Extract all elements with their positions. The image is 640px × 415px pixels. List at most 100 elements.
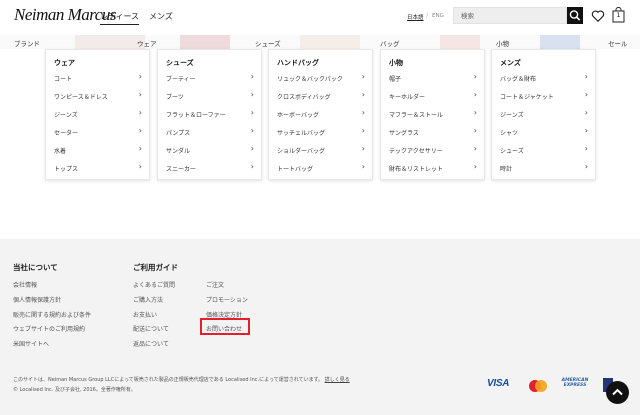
menu-item-label: サンダル (166, 148, 191, 155)
banner-image (540, 35, 580, 49)
footer-link[interactable]: 個人情報保護方針 (13, 295, 61, 304)
lang-english[interactable]: ENG (432, 13, 444, 19)
chevron-right-icon: › (138, 162, 142, 171)
menu-column-mens: メンズ バッグ＆財布 › コート＆ジャケット › ジーンズ › シャツ › シューズ › … (491, 49, 596, 180)
mastercard-icon (529, 380, 547, 392)
menu-item[interactable]: コート › (54, 72, 142, 85)
legal-notice: このサイトは、Neiman Marcus Group LLCによって販売された製… (13, 376, 350, 383)
nav-item-shoes[interactable]: シューズ (255, 38, 281, 48)
menu-item[interactable]: サンダル › (166, 144, 254, 157)
chevron-up-icon (612, 388, 623, 396)
legal-text: このサイトは、Neiman Marcus Group LLCによって販売された製… (13, 377, 324, 383)
menu-column-title[interactable]: ハンドバッグ (277, 58, 319, 68)
menu-item[interactable]: セーター › (54, 126, 142, 139)
chevron-right-icon: › (473, 144, 477, 153)
menu-item[interactable]: 水着 › (54, 144, 142, 157)
menu-item[interactable]: バッグ＆財布 › (500, 72, 588, 85)
menu-item[interactable]: ジーンズ › (500, 108, 588, 121)
shopping-bag-button[interactable]: 1 (612, 7, 625, 23)
menu-item[interactable]: クロスボディバッグ › (277, 90, 365, 103)
chevron-right-icon: › (473, 126, 477, 135)
menu-column-title[interactable]: シューズ (166, 58, 194, 68)
nav-item-wear[interactable]: ウェア (137, 38, 157, 48)
menu-item-label: テックアクセサリー (389, 148, 443, 155)
search-button[interactable] (567, 7, 583, 24)
footer-link[interactable]: 会社情報 (13, 280, 37, 289)
footer-link[interactable]: 販売に関する規約および条件 (13, 310, 91, 319)
menu-item-label: ジーンズ (500, 112, 524, 119)
menu-column-wear: ウェア コート › ワンピース＆ドレス › ジーンズ › セーター › 水着 › トップス… (45, 49, 150, 180)
menu-item[interactable]: フラット＆ローファー › (166, 108, 254, 121)
menu-column-title[interactable]: ウェア (54, 58, 75, 68)
menu-item[interactable]: パンプス › (166, 126, 254, 139)
menu-item[interactable]: サングラス › (389, 126, 477, 139)
chevron-right-icon: › (138, 126, 142, 135)
banner-image (75, 35, 145, 49)
menu-item[interactable]: 財布＆リストレット › (389, 162, 477, 175)
search-input[interactable] (453, 7, 567, 24)
nav-item-sale[interactable]: セール (608, 38, 628, 48)
menu-item-label: マフラー＆ストール (389, 112, 444, 119)
menu-item[interactable]: トートバッグ › (277, 162, 365, 175)
footer-link[interactable]: よくあるご質問 (133, 280, 175, 289)
chevron-right-icon: › (138, 90, 142, 99)
learn-more-link[interactable]: 詳しく見る (325, 377, 350, 383)
chevron-right-icon: › (473, 162, 477, 171)
lang-japanese[interactable]: 日本語 (407, 13, 424, 21)
footer-link[interactable]: 返品について (133, 339, 169, 348)
menu-item[interactable]: ブーツ › (166, 90, 254, 103)
menu-column-title[interactable]: メンズ (500, 58, 521, 68)
amex-logo: AMERICAN EXPRESS (561, 378, 589, 388)
chevron-right-icon: › (138, 108, 142, 117)
menu-item[interactable]: 時計 › (500, 162, 588, 175)
menu-item-label: 財布＆リストレット (389, 166, 444, 173)
search-icon (569, 10, 581, 21)
nav-item-accessories[interactable]: 小物 (496, 38, 509, 48)
chevron-right-icon: › (584, 144, 588, 153)
chevron-right-icon: › (361, 108, 365, 117)
nav-item-bags[interactable]: バッグ (380, 38, 400, 48)
scroll-to-top-button[interactable] (606, 381, 629, 404)
menu-item[interactable]: シャツ › (500, 126, 588, 139)
wishlist-button[interactable] (591, 8, 605, 23)
menu-item[interactable]: 帽子 › (389, 72, 477, 85)
visa-logo: VISA (487, 378, 510, 389)
menu-item[interactable]: ショルダーバッグ › (277, 144, 365, 157)
menu-item[interactable]: リュック＆バックパック › (277, 72, 365, 85)
nav-item-brands[interactable]: ブランド (14, 38, 40, 48)
footer-link[interactable]: ご注文 (206, 280, 224, 289)
menu-item[interactable]: テックアクセサリー › (389, 144, 477, 157)
menu-item[interactable]: コート＆ジャケット › (500, 90, 588, 103)
menu-column-title[interactable]: 小物 (389, 58, 403, 68)
footer-link[interactable]: プロモーション (206, 295, 248, 304)
menu-item[interactable]: マフラー＆ストール › (389, 108, 477, 121)
menu-item-label: リュック＆バックパック (277, 76, 343, 83)
menu-item[interactable]: トップス › (54, 162, 142, 175)
menu-item[interactable]: キーホルダー › (389, 90, 477, 103)
menu-item-label: ショルダーバッグ (277, 148, 325, 155)
menu-item[interactable]: ホーボーバッグ › (277, 108, 365, 121)
chevron-right-icon: › (250, 162, 254, 171)
menu-item[interactable]: サッチェルバッグ › (277, 126, 365, 139)
tab-womens[interactable]: レディース (100, 11, 140, 25)
footer-link[interactable]: お支払い (133, 310, 157, 319)
footer-link[interactable]: ご購入方法 (133, 295, 163, 304)
menu-item-label: セーター (54, 130, 79, 137)
menu-item[interactable]: ワンピース＆ドレス › (54, 90, 142, 103)
tab-mens[interactable]: メンズ (149, 11, 173, 22)
menu-item-label: パンプス (166, 130, 191, 137)
banner-image (440, 35, 480, 49)
footer-link[interactable]: ウェブサイトのご利用規約 (13, 324, 85, 333)
menu-item[interactable]: シューズ › (500, 144, 588, 157)
footer-link[interactable]: 米国サイトへ (13, 339, 49, 348)
menu-item-label: ブーティー (166, 76, 196, 83)
mastercard-logo (527, 378, 549, 392)
menu-item-label: 帽子 (389, 76, 402, 83)
menu-column-accessories: 小物 帽子 › キーホルダー › マフラー＆ストール › サングラス › テックアクセサ… (380, 49, 485, 180)
menu-item-label: キーホルダー (389, 94, 426, 101)
menu-item[interactable]: ジーンズ › (54, 108, 142, 121)
footer-link[interactable]: 配送について (133, 324, 169, 333)
menu-item[interactable]: ブーティー › (166, 72, 254, 85)
menu-item[interactable]: スニーカー › (166, 162, 254, 175)
banner-image (180, 35, 230, 49)
